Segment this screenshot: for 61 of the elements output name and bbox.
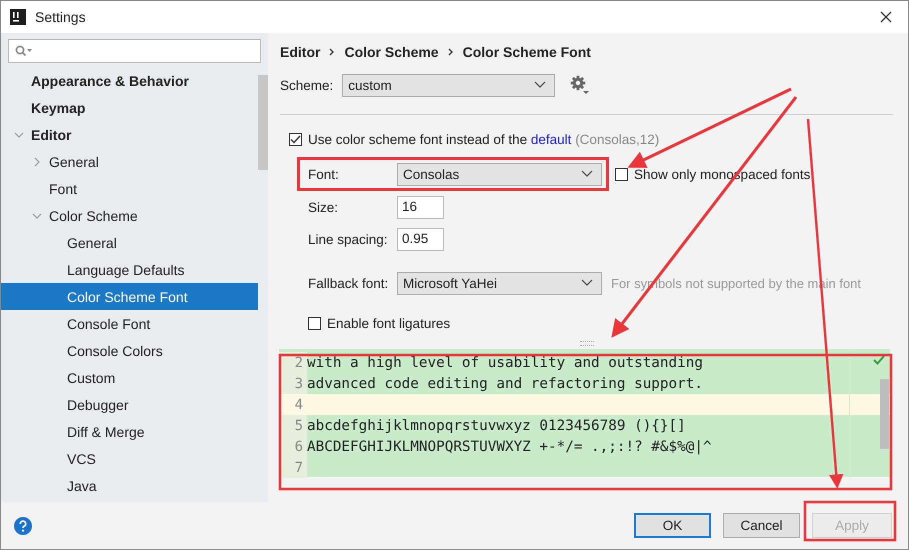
option-label: Use color scheme font instead of the default (Consolas,12) [308, 132, 660, 146]
check-icon [873, 355, 885, 367]
close-icon[interactable] [880, 11, 892, 23]
field-label: Size: [308, 200, 340, 214]
breadcrumb-item[interactable]: Color Scheme Font [462, 44, 591, 60]
size-field[interactable]: 16 [397, 196, 444, 218]
chevron-right-icon[interactable] [32, 156, 42, 166]
tree-item[interactable]: Editor [1, 121, 258, 148]
dialog-button[interactable]: OK [634, 513, 711, 538]
chevron-right-icon [448, 48, 454, 56]
tree-item[interactable]: Console Colors [1, 337, 258, 364]
window-title: Settings [35, 9, 87, 25]
line-spacing-field[interactable]: 0.95 [397, 228, 444, 250]
tree-item[interactable]: Debugger [1, 391, 258, 418]
scrollbar-thumb[interactable] [880, 379, 889, 449]
line-number: 4 [294, 396, 304, 414]
tree-item[interactable]: Font [1, 175, 258, 202]
chevron-down-icon[interactable] [14, 130, 24, 140]
fallback-font-dropdown[interactable]: Microsoft YaHei [397, 272, 602, 294]
field-label: Font: [308, 166, 340, 182]
dialog-button[interactable]: Cancel [723, 513, 800, 538]
tree-item[interactable]: Appearance & Behavior [1, 67, 258, 94]
tree-item[interactable]: Language Defaults [1, 256, 258, 283]
tree-item[interactable]: VCS [1, 445, 258, 472]
breadcrumb-item[interactable]: Color Scheme [344, 44, 439, 60]
code-line: advanced code editing and refactoring support. [307, 376, 703, 392]
resize-handle[interactable] [580, 341, 594, 346]
code-line: ABCDEFGHIJKLMNOPQRSTUVWXYZ +-*/= .,;:!? #&$%@|^ [307, 438, 712, 454]
breadcrumb-item[interactable]: Editor [280, 44, 320, 60]
tree-item[interactable]: General [1, 229, 258, 256]
tree-item[interactable]: Color Scheme [1, 202, 258, 229]
settings-icon[interactable] [570, 75, 590, 95]
scheme-dropdown[interactable]: custom [342, 74, 556, 96]
tree-item[interactable]: Color Scheme Font [1, 283, 258, 310]
default-link[interactable]: default [530, 132, 572, 146]
search-icon [15, 45, 33, 57]
scrollbar-thumb[interactable] [258, 75, 268, 170]
help-icon[interactable] [14, 516, 32, 534]
search-field[interactable] [8, 39, 261, 63]
caret-icon [581, 170, 593, 178]
code-line: abcdefghijklmnopqrstuvwxyz 0123456789 (){}[] [307, 418, 686, 434]
checkbox-label: Enable font ligatures [327, 316, 450, 330]
checkbox[interactable] [308, 316, 321, 330]
font-dropdown[interactable]: Consolas [397, 162, 602, 186]
chevron-down-icon[interactable] [32, 210, 42, 220]
field-label: Line spacing: [308, 232, 389, 246]
tree-item[interactable]: Java [1, 472, 258, 499]
chevron-right-icon [329, 48, 336, 56]
field-label: Scheme: [280, 78, 334, 92]
checkbox[interactable] [289, 132, 302, 146]
app-icon [10, 9, 26, 25]
checkbox[interactable] [615, 168, 628, 180]
caret-icon [534, 81, 546, 89]
tree-item[interactable]: Console Font [1, 310, 258, 337]
field-label: Fallback font: [308, 276, 390, 290]
tree-item[interactable]: Custom [1, 364, 258, 391]
tree-item[interactable]: Keymap [1, 94, 258, 121]
tree-item[interactable]: Diff & Merge [1, 418, 258, 445]
tree-item[interactable]: General [1, 148, 258, 175]
caret-icon [581, 279, 593, 287]
code-line: with a high level of usability and outstanding [307, 354, 703, 370]
